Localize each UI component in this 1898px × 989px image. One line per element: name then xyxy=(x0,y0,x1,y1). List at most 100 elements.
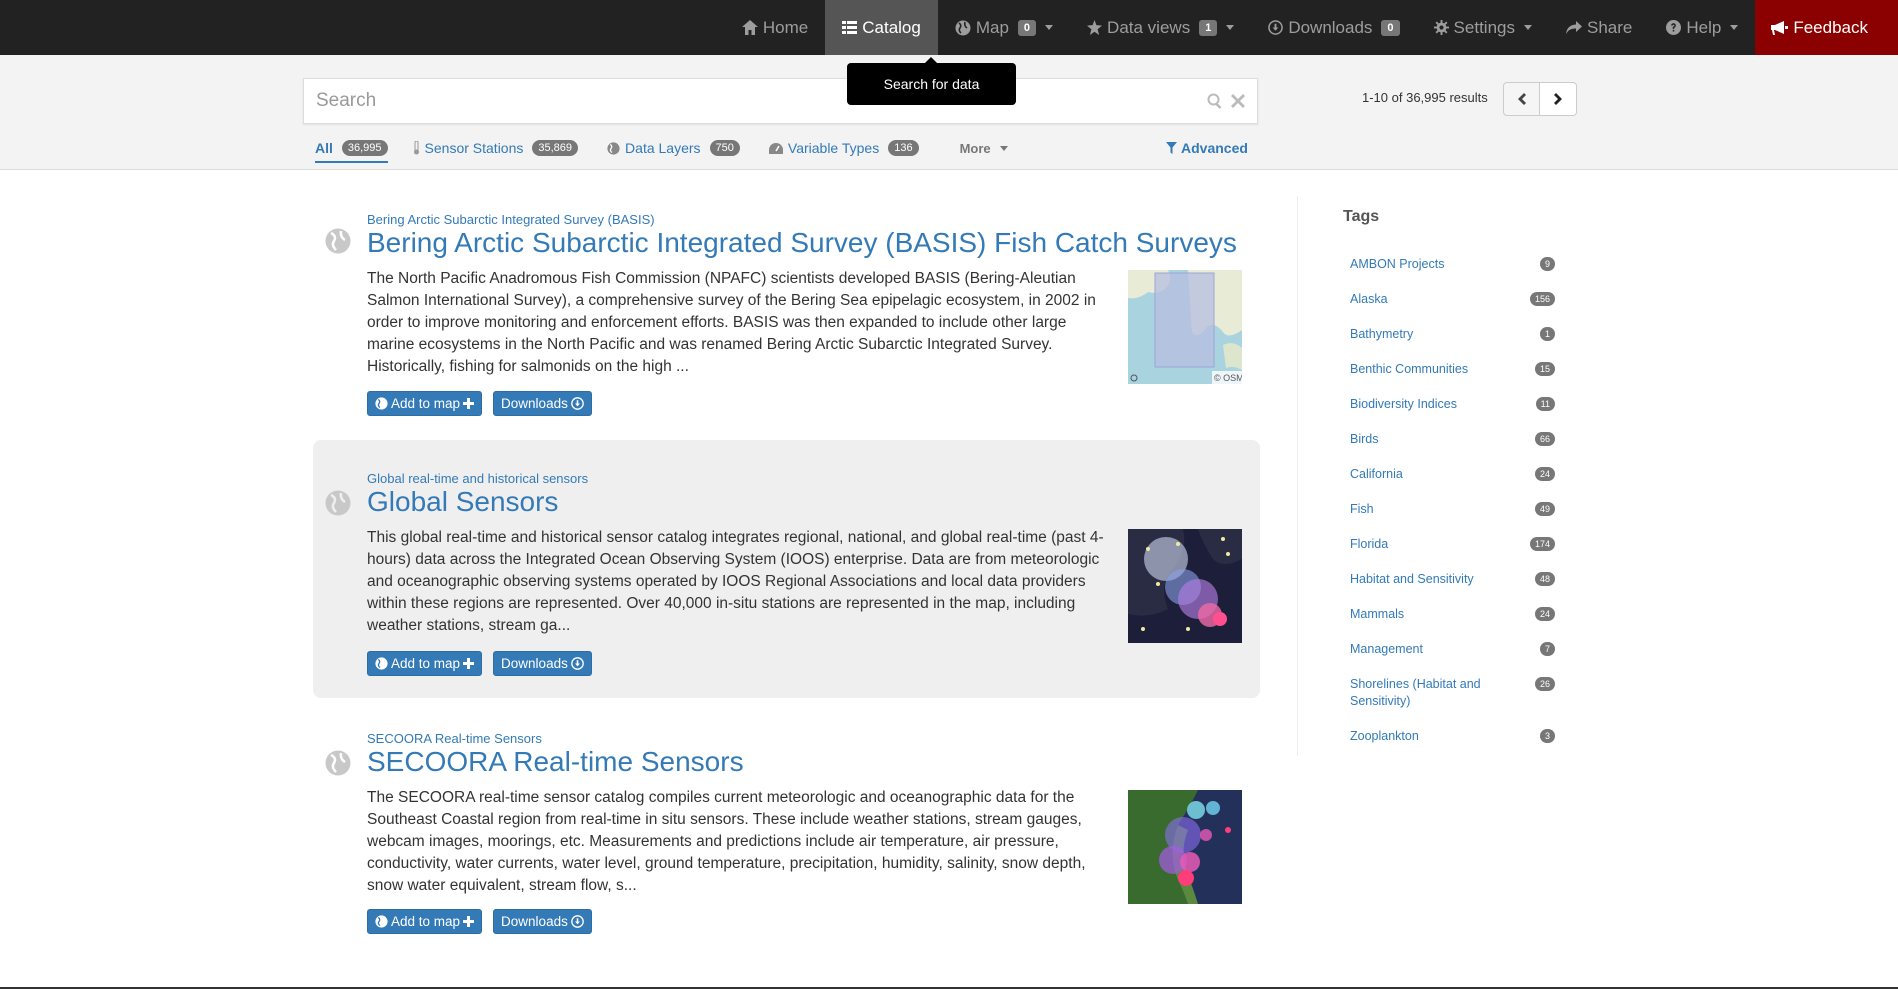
nav-map[interactable]: Map 0 xyxy=(938,0,1070,55)
nav-feedback[interactable]: Feedback xyxy=(1755,0,1898,55)
bullhorn-icon xyxy=(1771,20,1789,35)
advanced-search-link[interactable]: Advanced xyxy=(1166,140,1248,156)
tag-item[interactable]: Alaska 156 xyxy=(1350,291,1555,308)
globe-icon xyxy=(375,397,388,410)
downloads-label: Downloads xyxy=(501,656,568,671)
downloads-button[interactable]: Downloads xyxy=(493,391,592,416)
tag-item[interactable]: Management 7 xyxy=(1350,641,1555,658)
tag-label: Alaska xyxy=(1350,292,1388,306)
filter-sensor-stations[interactable]: Sensor Stations 35,869 xyxy=(413,140,579,163)
result-thumbnail[interactable]: © OSM xyxy=(1128,270,1242,384)
filter-sensor-stations-label: Sensor Stations xyxy=(424,140,524,156)
tag-label: Mammals xyxy=(1350,607,1405,621)
home-icon xyxy=(741,20,758,35)
clear-icon[interactable] xyxy=(1231,94,1245,108)
search-input[interactable] xyxy=(316,90,1199,112)
result-title-link[interactable]: Global Sensors xyxy=(367,486,558,518)
downloads-button[interactable]: Downloads xyxy=(493,651,592,676)
tag-count-badge: 11 xyxy=(1535,397,1555,411)
data-views-count-badge: 1 xyxy=(1199,19,1218,36)
tag-count-badge: 24 xyxy=(1534,467,1555,481)
map-credit-text: © OSM xyxy=(1214,373,1242,383)
tag-count-badge: 15 xyxy=(1534,362,1555,376)
tag-count-badge: 1 xyxy=(1539,327,1555,341)
filter-tabs: All 36,995 Sensor Stations 35,869 Data L… xyxy=(315,140,1037,163)
tag-label: Fish xyxy=(1350,502,1374,516)
downloads-button[interactable]: Downloads xyxy=(493,909,592,934)
tag-item[interactable]: Shorelines (Habitat and Sensitivity) 26 xyxy=(1350,676,1555,710)
nav-settings[interactable]: Settings xyxy=(1417,0,1549,55)
nav-home[interactable]: Home xyxy=(725,0,825,55)
pager xyxy=(1503,82,1577,116)
globe-icon xyxy=(607,141,620,155)
result-item: SECOORA Real-time Sensors SECOORA Real-t… xyxy=(313,716,1260,974)
filter-variable-types[interactable]: Variable Types 136 xyxy=(768,140,919,163)
chevron-down-icon xyxy=(1226,25,1235,30)
tag-item[interactable]: Mammals 24 xyxy=(1350,606,1555,623)
tag-label: Zooplankton xyxy=(1350,729,1419,743)
result-title-link[interactable]: SECOORA Real-time Sensors xyxy=(367,746,744,778)
result-thumbnail[interactable] xyxy=(1128,790,1242,904)
nav-downloads[interactable]: Downloads 0 xyxy=(1251,0,1416,55)
nav-help[interactable]: Help xyxy=(1649,0,1755,55)
tag-item[interactable]: Biodiversity Indices 11 xyxy=(1350,396,1555,413)
download-circle-icon xyxy=(571,657,584,670)
download-circle-icon xyxy=(571,397,584,410)
add-to-map-button[interactable]: Add to map xyxy=(367,391,483,416)
next-page-button[interactable] xyxy=(1540,82,1577,116)
result-description: This global real-time and historical sen… xyxy=(367,529,1104,634)
filter-all[interactable]: All 36,995 xyxy=(315,140,388,163)
add-to-map-button[interactable]: Add to map xyxy=(367,909,483,934)
nav-data-views[interactable]: Data views 1 xyxy=(1070,0,1251,55)
tag-item[interactable]: Bathymetry 1 xyxy=(1350,326,1555,343)
share-icon xyxy=(1565,20,1582,34)
tag-label: Florida xyxy=(1350,537,1389,551)
tag-count-badge: 24 xyxy=(1534,607,1555,621)
tag-item[interactable]: Birds 66 xyxy=(1350,431,1555,448)
tag-count-badge: 49 xyxy=(1534,502,1555,516)
globe-icon xyxy=(325,490,351,516)
tag-count-badge: 66 xyxy=(1534,432,1555,446)
filter-variable-types-label: Variable Types xyxy=(787,140,880,156)
nav-catalog[interactable]: Catalog xyxy=(825,0,938,55)
result-source-link[interactable]: SECOORA Real-time Sensors xyxy=(367,731,542,746)
prev-page-button[interactable] xyxy=(1503,82,1540,116)
result-source-link[interactable]: Bering Arctic Subarctic Integrated Surve… xyxy=(367,212,655,227)
downloads-label: Downloads xyxy=(501,914,568,929)
filter-sensor-stations-count: 35,869 xyxy=(532,140,579,156)
tag-item[interactable]: California 24 xyxy=(1350,466,1555,483)
map-count-badge: 0 xyxy=(1017,19,1037,36)
result-item: Global real-time and historical sensors … xyxy=(313,440,1260,698)
tag-item[interactable]: AMBON Projects 9 xyxy=(1350,256,1555,273)
search-icon[interactable] xyxy=(1207,93,1223,109)
tag-count-badge: 3 xyxy=(1539,729,1555,743)
chevron-down-icon xyxy=(1730,25,1739,30)
add-to-map-button[interactable]: Add to map xyxy=(367,651,483,676)
tag-item[interactable]: Benthic Communities 15 xyxy=(1350,361,1555,378)
result-source-link[interactable]: Global real-time and historical sensors xyxy=(367,471,588,486)
tag-item[interactable]: Habitat and Sensitivity 48 xyxy=(1350,571,1555,588)
tags-sidebar: Tags AMBON Projects 9 Alaska 156 Bathyme… xyxy=(1297,196,1577,756)
nav-share[interactable]: Share xyxy=(1549,0,1649,55)
download-circle-icon xyxy=(571,915,584,928)
nav-map-label: Map xyxy=(975,17,1009,37)
tag-count-badge: 48 xyxy=(1534,572,1555,586)
tag-label: Shorelines (Habitat and Sensitivity) xyxy=(1350,677,1481,708)
plus-icon xyxy=(463,916,475,927)
result-thumbnail[interactable] xyxy=(1128,529,1242,643)
filter-all-label: All xyxy=(315,140,333,156)
map-thumbnail-image: © OSM xyxy=(1128,270,1242,384)
filter-data-layers[interactable]: Data Layers 750 xyxy=(607,140,740,163)
tag-label: Benthic Communities xyxy=(1350,362,1469,376)
tag-item[interactable]: Zooplankton 3 xyxy=(1350,728,1555,745)
tag-item[interactable]: Florida 174 xyxy=(1350,536,1555,553)
map-thumbnail-image xyxy=(1128,790,1242,904)
nav-catalog-label: Catalog xyxy=(862,17,921,37)
filter-more-dropdown[interactable]: More xyxy=(960,141,1008,163)
tag-item[interactable]: Fish 49 xyxy=(1350,501,1555,518)
top-navbar: Home Catalog Map 0 Data views 1 Download… xyxy=(0,0,1898,55)
advanced-label: Advanced xyxy=(1181,140,1248,156)
nav-feedback-label: Feedback xyxy=(1793,17,1868,37)
chevron-left-icon xyxy=(1517,93,1526,105)
result-title-link[interactable]: Bering Arctic Subarctic Integrated Surve… xyxy=(367,227,1237,259)
